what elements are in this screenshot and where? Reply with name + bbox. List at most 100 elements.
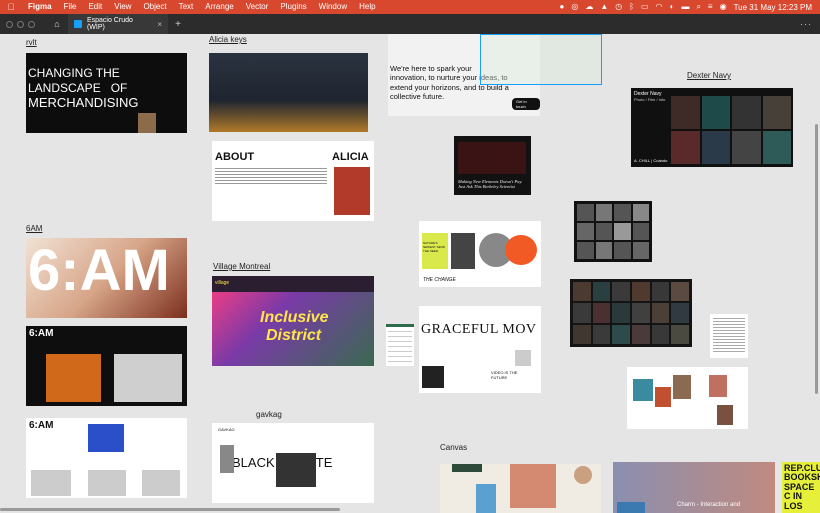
switch-icon[interactable]: ≡ — [708, 0, 713, 14]
village-headline-1: Inclusive — [260, 309, 329, 326]
dark-card-text: Charm - Interaction and — [677, 502, 741, 508]
frame-rvlt[interactable]: CHANGING THE LANDSCAPE OF MERCHANDISING — [26, 53, 187, 133]
cloud-icon[interactable]: ☁ — [585, 0, 593, 14]
change-orange-circle — [505, 235, 537, 265]
menu-plugins[interactable]: Plugins — [274, 0, 312, 14]
frame-photo-grid-1[interactable] — [574, 201, 652, 262]
menu-file[interactable]: File — [58, 0, 83, 14]
frame-berkeley[interactable]: Making New Elements Doesn't Pay. Just As… — [454, 136, 531, 195]
frame-label-6am[interactable]: 6AM — [26, 224, 42, 233]
frame-dexter-navy[interactable]: Dexter Navy Photo / Film / Info A. CHILL… — [631, 88, 793, 167]
frame-collage[interactable] — [627, 367, 748, 429]
frame-rep-club[interactable]: REP.CLUB BOOKSH SPACE C IN LOS — [782, 462, 820, 513]
frame-label-dexter-navy[interactable]: Dexter Navy — [687, 71, 731, 80]
upload-icon[interactable]: ▲ — [600, 0, 608, 14]
collage-image-4 — [709, 375, 727, 397]
alicia-body-text — [215, 168, 327, 184]
status-area: ● ◎ ☁ ▲ ◷ ᛒ ▭ ◠ ◐ ▬ ⌕ ≡ ◉ Tue 31 May 12:… — [560, 0, 820, 14]
frame-graceful-mov[interactable]: GRACEFUL MOV VIDEO IS THE FUTURE — [419, 306, 541, 393]
more-options-icon[interactable]: ··· — [800, 19, 820, 29]
menu-text[interactable]: Text — [173, 0, 200, 14]
frame-label-rvlt[interactable]: rvlt — [26, 38, 37, 47]
menu-edit[interactable]: Edit — [82, 0, 108, 14]
design-canvas[interactable]: rvlt CHANGING THE LANDSCAPE OF MERCHANDI… — [0, 34, 820, 513]
horizontal-scrollbar[interactable] — [0, 508, 340, 511]
close-tab-icon[interactable]: × — [157, 20, 162, 29]
frame-6am-grid[interactable]: 6:AM — [26, 418, 187, 498]
menu-arrange[interactable]: Arrange — [199, 0, 239, 14]
6am-grid-image-2 — [31, 470, 71, 496]
gavkag-brand: GAVKAG — [218, 427, 235, 432]
figma-file-icon — [74, 20, 82, 28]
frame-alicia-about[interactable]: ABOUT ALICIA — [212, 141, 374, 221]
sync-icon[interactable]: ◎ — [571, 0, 578, 14]
frame-label-gavkag[interactable]: gavkag — [256, 410, 282, 419]
frame-alicia-hero[interactable] — [209, 53, 368, 132]
vertical-scrollbar[interactable] — [815, 124, 818, 394]
zoom-window-button[interactable] — [28, 20, 35, 28]
home-icon[interactable]: ⌂ — [46, 14, 68, 34]
frame-label-alicia-keys[interactable]: Alicia keys — [209, 35, 247, 44]
flag-icon[interactable]: ▬ — [681, 0, 689, 14]
menu-clock[interactable]: Tue 31 May 12:23 PM — [734, 3, 812, 12]
figma-tab-bar: ⌂ Espacio Crudo (WIP) × + ··· — [0, 14, 820, 34]
graceful-chair-image — [422, 366, 444, 388]
gavkag-photo — [276, 453, 316, 487]
frame-text-doc[interactable] — [710, 314, 748, 358]
collage-image-2 — [655, 387, 671, 407]
control-center-icon[interactable]: ◐ — [670, 0, 675, 14]
menu-object[interactable]: Object — [137, 0, 172, 14]
timer-icon[interactable]: ◷ — [615, 0, 622, 14]
menu-app-figma[interactable]: Figma — [22, 0, 58, 14]
frame-6am-hero[interactable]: 6:AM — [26, 238, 187, 318]
6am-grid-image — [88, 424, 124, 452]
frame-gavkag[interactable]: GAVKAG BLACK & WHITE — [212, 423, 374, 503]
village-nav — [212, 276, 374, 292]
menu-help[interactable]: Help — [353, 0, 381, 14]
frame-label-village-montreal[interactable]: Village Montreal — [213, 262, 270, 271]
berkeley-caption: Making New Elements Doesn't Pay. Just As… — [458, 179, 523, 190]
village-headline-2: District — [266, 327, 322, 344]
frame-6am-product[interactable]: 6:AM — [26, 326, 187, 406]
frame-village-montreal[interactable]: village Inclusive District — [212, 276, 374, 366]
apple-icon[interactable]:  — [0, 2, 22, 12]
dexter-thumb-grid — [671, 96, 791, 164]
bluetooth-icon[interactable]: ᛒ — [629, 0, 634, 14]
frame-canvas[interactable] — [440, 464, 601, 513]
canvas-image-2 — [510, 464, 556, 508]
graceful-product-image — [515, 350, 531, 366]
search-icon[interactable]: ⌕ — [696, 0, 700, 14]
close-window-button[interactable] — [6, 20, 13, 28]
photo-grid-1-thumbs — [577, 204, 649, 259]
frame-photo-grid-2[interactable] — [570, 279, 692, 347]
frame-label-canvas[interactable]: Canvas — [440, 443, 467, 452]
collage-image-3 — [673, 375, 691, 399]
frame-small-table[interactable] — [386, 324, 414, 366]
dexter-subtitle: Photo / Film / Info — [634, 97, 666, 102]
spark-button[interactable]: Get in touch — [512, 98, 540, 110]
file-tab-title: Espacio Crudo (WIP) — [86, 17, 133, 31]
record-icon[interactable]: ● — [560, 0, 565, 14]
6am-grid-image-3 — [88, 470, 126, 496]
battery-icon[interactable]: ▭ — [641, 0, 649, 14]
gavkag-photo-2 — [220, 445, 234, 473]
menu-vector[interactable]: Vector — [240, 0, 275, 14]
new-tab-button[interactable]: + — [168, 19, 188, 30]
dexter-footer: A. CHILL | Cuándo — [634, 158, 668, 163]
frame-the-change[interactable]: THE CHANGE NATURE'S NEWEST SEND THE SEED — [419, 221, 541, 287]
canvas-header-block — [452, 464, 482, 472]
menu-view[interactable]: View — [108, 0, 137, 14]
collage-image-1 — [633, 379, 653, 401]
wifi-icon[interactable]: ◠ — [656, 0, 663, 14]
6am-grid-title: 6:AM — [29, 420, 54, 431]
collage-image-5 — [717, 405, 733, 425]
siri-icon[interactable]: ◉ — [720, 0, 727, 14]
file-tab[interactable]: Espacio Crudo (WIP) × — [68, 14, 168, 34]
menu-window[interactable]: Window — [313, 0, 353, 14]
photo-grid-2-thumbs — [573, 282, 689, 344]
frame-selected-contact[interactable] — [480, 34, 602, 85]
berkeley-image — [458, 142, 526, 174]
minimize-window-button[interactable] — [17, 20, 24, 28]
6am-product-image-2 — [114, 354, 182, 402]
frame-dark-card[interactable]: Charm - Interaction and — [613, 462, 775, 513]
